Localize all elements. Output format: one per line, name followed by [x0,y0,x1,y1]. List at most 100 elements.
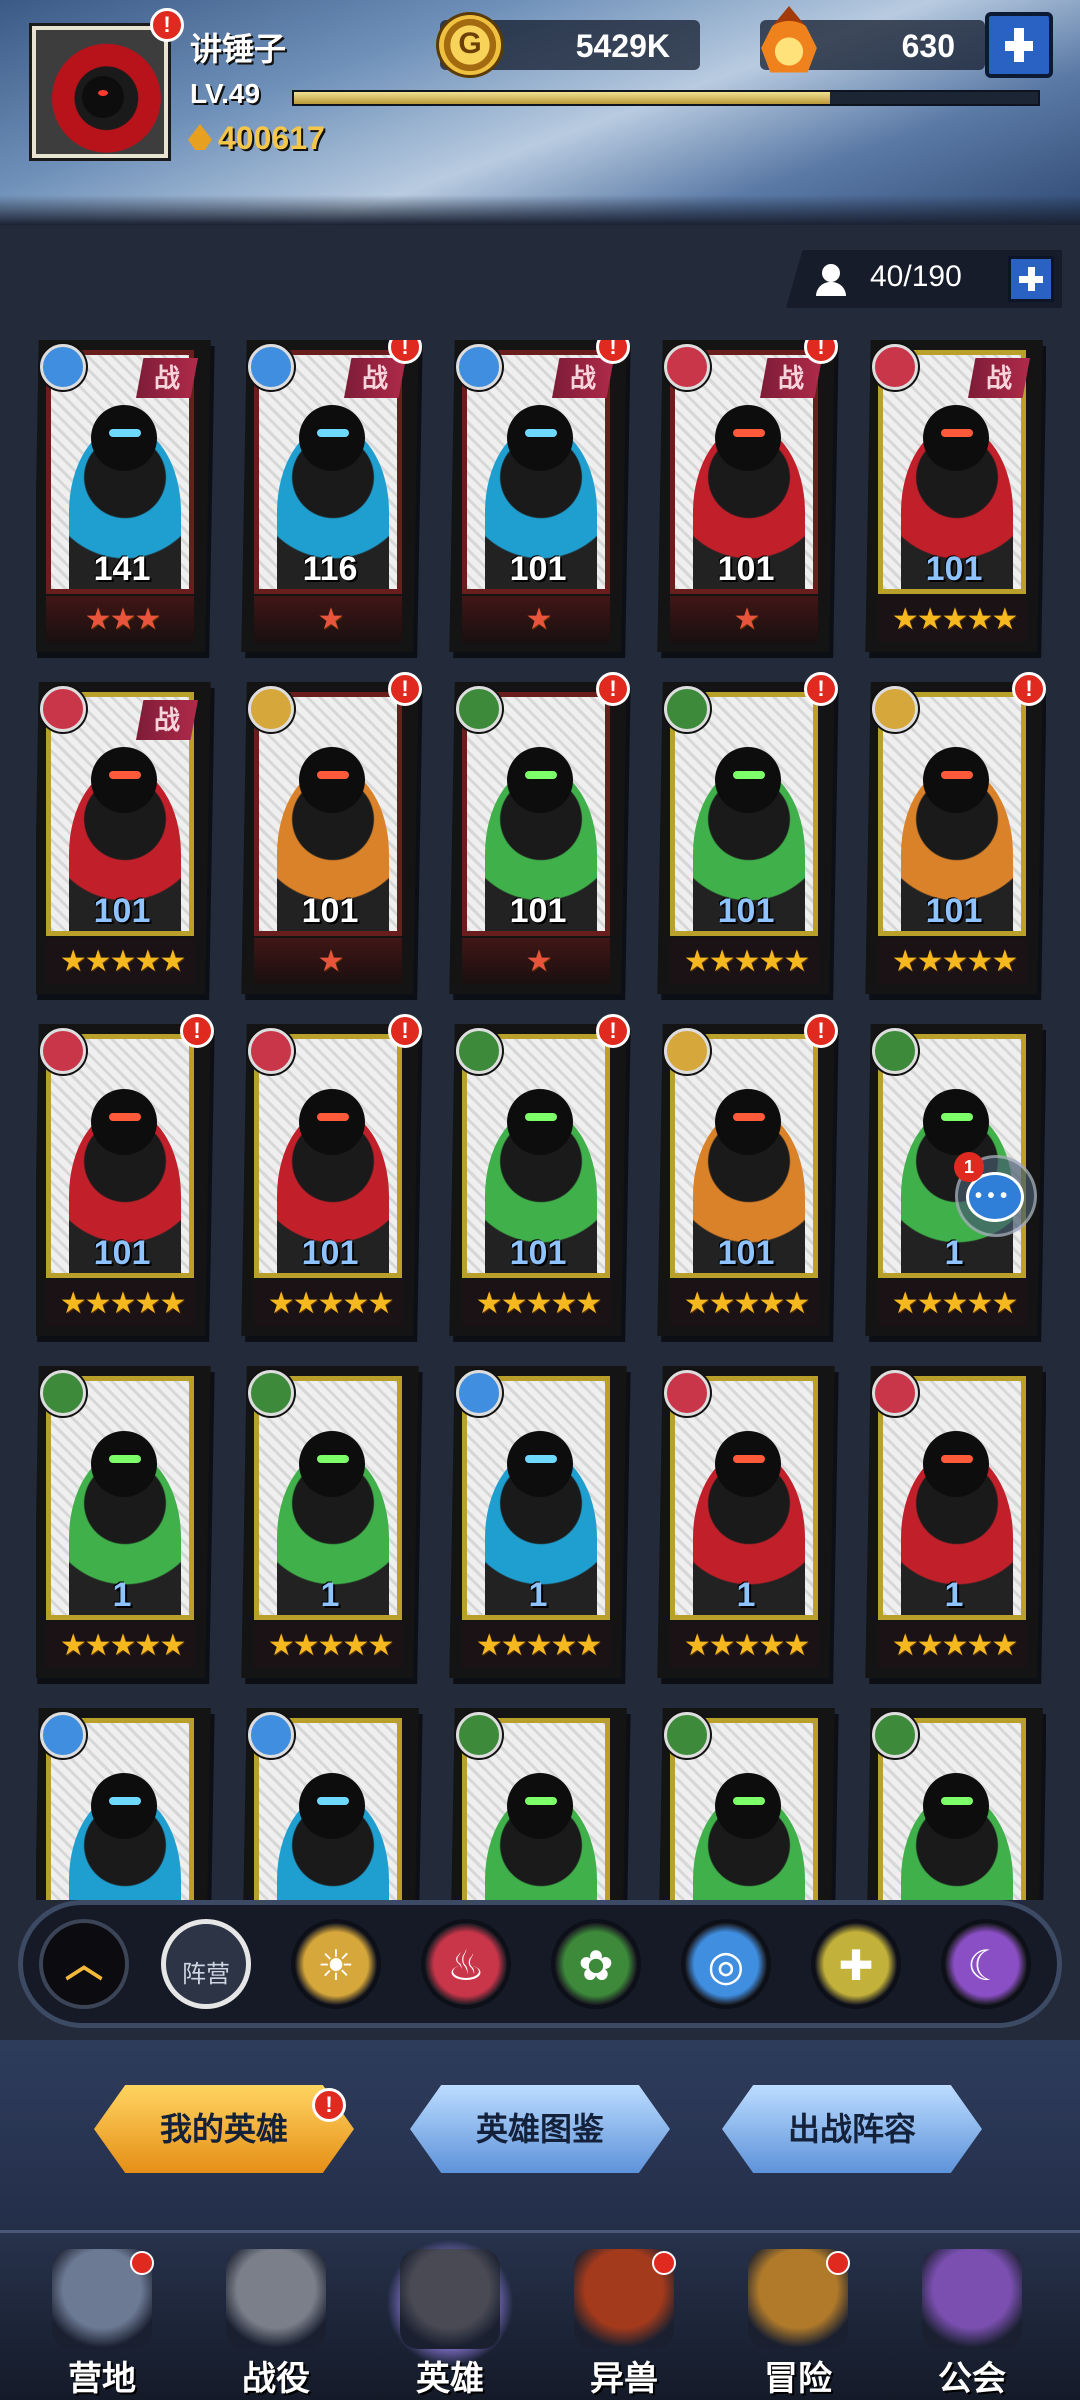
filter-fire-button[interactable]: ♨ [421,1919,511,2009]
tab-battle-lineup[interactable]: 出战阵容 [722,2085,982,2173]
hero-eyes [109,429,141,437]
hero-card[interactable]: 101 ★★★★★! [241,1014,422,1336]
hero-card[interactable]: 101 ★! [241,672,422,994]
nav-label: 公会 [938,2360,1006,2398]
hero-card[interactable]: 101 ★★★★★! [449,1014,630,1336]
hero-card[interactable]: 战 116 ★! [241,340,422,652]
hero-head [299,1431,365,1497]
hero-eyes [733,429,765,437]
hero-eyes [109,1797,141,1805]
arcane-icon: ☾ [967,1942,1005,1989]
element-nature-icon [456,686,502,732]
filter-light-button[interactable]: ☀ [291,1919,381,2009]
hero-head [923,1089,989,1155]
hero-stars: ★★★★★ [891,1629,1018,1662]
hero-card[interactable]: 战 101 ★! [657,340,838,652]
hero-eyes [525,1113,557,1121]
element-nature-icon [456,1028,502,1074]
hero-eyes [525,1455,557,1463]
hero-head [923,405,989,471]
hero-stars: ★ [525,603,553,636]
element-water-icon [248,344,294,390]
gem-value: 630 [901,28,955,64]
hero-stars: ★ [525,945,553,978]
hero-card[interactable]: 101 ★★★★★! [657,672,838,994]
element-water-icon [456,1370,502,1416]
hero-level: 1 [528,1576,548,1614]
hero-card[interactable] [241,1708,419,1900]
hero-stars: ★★★★★ [475,1287,602,1320]
hero-card[interactable]: 101 ★★★★★! [865,672,1046,994]
in-battle-badge: 战 [968,358,1030,398]
faction-filter-button[interactable]: 阵营 [161,1919,251,2009]
filter-water-button[interactable]: ◎ [681,1919,771,2009]
collapse-filter-button[interactable] [39,1919,129,2009]
gem-counter[interactable]: 630 [760,6,985,73]
tab-hero-guide[interactable]: 英雄图鉴 [410,2085,670,2173]
nav-camp[interactable]: 营地 [32,2243,172,2400]
hero-level: 1 [112,1576,132,1614]
avatar-eye [98,90,108,96]
chat-bubble-button[interactable]: 1 [954,1152,1037,1237]
hero-card[interactable]: 101 ★! [449,672,630,994]
xp-bar-fill [294,92,830,104]
filter-holy-button[interactable]: ✚ [811,1919,901,2009]
hero-stars: ★★★★★ [475,1629,602,1662]
hero-alert-icon: ! [388,1014,422,1048]
hero-card[interactable]: 1 ★★★★★ [865,1366,1043,1678]
hero-stars: ★★★★★ [891,1287,1018,1320]
hero-eyes [317,429,349,437]
nav-beasts[interactable]: 异兽 [554,2243,694,2400]
hero-eyes [733,1797,765,1805]
power-value: 400617 [218,120,325,156]
hero-eyes [525,429,557,437]
my-heroes-alert-icon: ! [312,2088,346,2122]
nav-label: 冒险 [764,2360,832,2398]
filter-arcane-button[interactable]: ☾ [941,1919,1031,2009]
hero-head [715,1089,781,1155]
add-currency-button[interactable] [985,12,1053,78]
hero-card[interactable]: 101 ★★★★★! [657,1014,838,1336]
nav-campaign[interactable]: 战役 [206,2243,346,2400]
hero-level: 101 [301,1234,359,1272]
hero-stars: ★★★ [84,603,162,636]
element-water-icon [40,344,86,390]
hero-card[interactable]: 战 101 ★★★★★ [36,682,211,994]
hero-card[interactable] [865,1708,1043,1900]
hero-card[interactable] [657,1708,835,1900]
nav-heroes[interactable]: 英雄 [380,2239,520,2400]
nav-guild[interactable]: 公会 [902,2243,1042,2400]
hero-stars: ★★★★★ [59,1287,186,1320]
element-nature-icon [664,686,710,732]
hero-grid: 战 141 ★★★ 战 116 ★! 战 101 ★! 战 101 ★! 战 101 ★★★★★ 战 101 ★★… [36,340,1046,1900]
tab-battle-lineup-label: 出战阵容 [787,2111,916,2147]
nav-adventure[interactable]: 冒险 [728,2243,868,2400]
player-avatar[interactable] [32,26,168,158]
hero-card[interactable]: 1 ★★★★★ [657,1366,835,1678]
gem-flame-icon [761,6,817,73]
expand-roster-button[interactable] [1008,256,1054,302]
hero-card[interactable] [449,1708,627,1900]
in-battle-badge: 战 [136,700,198,740]
hero-alert-icon: ! [180,1014,214,1048]
filter-nature-button[interactable]: ✿ [551,1919,641,2009]
hero-level: 101 [93,1234,151,1272]
hero-card[interactable]: 战 101 ★! [449,340,630,652]
hero-level: 101 [717,550,775,588]
hero-alert-icon: ! [804,1014,838,1048]
hero-helmet-icon [400,2249,500,2349]
hero-card[interactable]: 战 101 ★★★★★ [865,340,1043,652]
gold-counter[interactable]: 5429K [436,12,700,78]
guild-scroll-icon [922,2249,1022,2349]
hero-card[interactable]: 1 ★★★★★ [449,1366,627,1678]
holy-icon: ✚ [838,1942,874,1989]
hero-card[interactable]: 1 ★★★★★ [36,1366,211,1678]
hero-card[interactable]: 101 ★★★★★! [36,1014,214,1336]
element-nature-icon [456,1712,502,1758]
hero-alert-icon: ! [1012,672,1046,706]
gold-value: 5429K [575,28,670,64]
hero-head [715,1431,781,1497]
hero-card[interactable]: 1 ★★★★★ [241,1366,419,1678]
hero-card[interactable] [36,1708,211,1900]
hero-card[interactable]: 战 141 ★★★ [36,340,211,652]
